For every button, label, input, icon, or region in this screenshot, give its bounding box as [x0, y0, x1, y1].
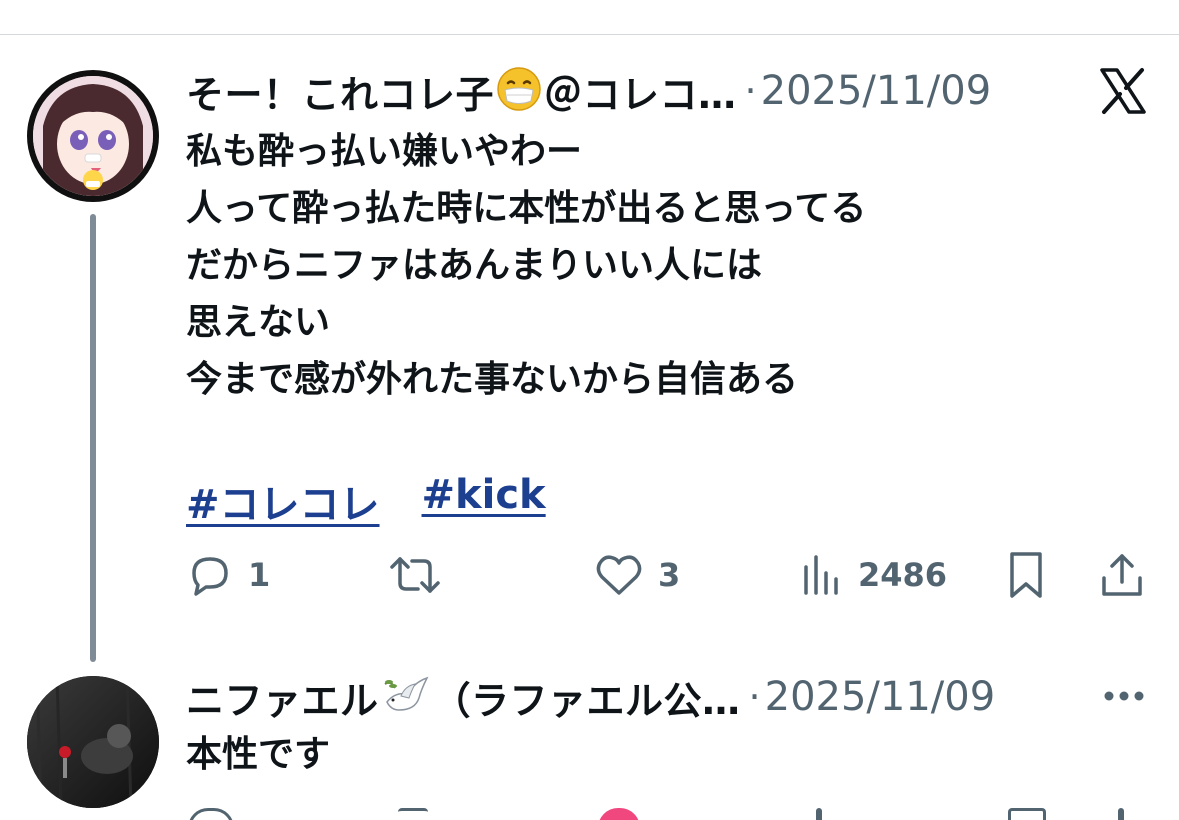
repost-button[interactable] [386, 548, 458, 602]
bookmark-icon [1004, 550, 1048, 600]
thread-connector-line [90, 214, 96, 662]
reply-button[interactable]: 1 [186, 548, 270, 602]
post-1-date[interactable]: 2025/11/09 [761, 68, 992, 114]
post-1-line: 思えない [186, 302, 331, 343]
post-1-header: そー！これコレ子 ＠コレコ… · 2025/11/09 [186, 64, 991, 118]
reply-icon [188, 808, 234, 820]
post-1-handle[interactable]: ＠コレコ… [544, 64, 737, 119]
hashtag-link[interactable]: #kick [422, 472, 546, 530]
views-bar-icon [816, 808, 822, 820]
repost-icon [398, 808, 428, 820]
hashtag-link[interactable]: #コレコレ [186, 472, 380, 530]
share-icon [1098, 550, 1146, 600]
bookmark-button[interactable] [1004, 548, 1048, 602]
post-1-hashtags: #コレコレ #kick [186, 472, 546, 530]
post-1-text: 私も酔っ払い嫌いやわー 人って酔っ払た時に本性が出ると思ってる だからニファはあ… [186, 123, 866, 408]
bookmark-icon [1008, 808, 1046, 820]
post-2-line: 本性です [186, 734, 331, 775]
post-1-display-name[interactable]: そー！これコレ子 [186, 64, 494, 119]
avatar-post-2[interactable] [27, 676, 159, 808]
views-button[interactable]: 2486 [800, 548, 947, 602]
post-2-name-suffix[interactable]: （ラファエル公… [433, 670, 741, 725]
post-2-separator: · [748, 675, 761, 719]
share-button[interactable] [1098, 548, 1146, 602]
share-icon [1118, 808, 1124, 820]
post-2-display-name[interactable]: ニファエル [186, 670, 379, 725]
views-bar-icon [800, 551, 844, 599]
post-1-separator: · [744, 69, 757, 113]
like-count: 3 [658, 556, 681, 594]
post-1-line: 私も酔っ払い嫌いやわー [186, 131, 583, 172]
post-1-line: 今まで感が外れた事ないから自信ある [186, 359, 799, 400]
avatar-post-1[interactable] [27, 70, 159, 202]
mask-face-emoji [496, 66, 542, 116]
more-dots-icon[interactable] [1100, 684, 1148, 708]
post-2-date[interactable]: 2025/11/09 [765, 674, 996, 720]
avatar-image [33, 76, 153, 196]
x-logo-icon[interactable] [1098, 66, 1148, 116]
post-2-header: ニファエル （ラファエル公… · 2025/11/09 [186, 670, 995, 724]
dove-emoji [381, 672, 431, 722]
views-count: 2486 [858, 556, 948, 594]
post-1-line: 人って酔っ払た時に本性が出ると思ってる [186, 188, 867, 229]
heart-icon [594, 551, 644, 599]
reply-count: 1 [248, 556, 271, 594]
post-2-text: 本性です [186, 726, 330, 783]
post-2-action-bar-peek [186, 808, 1150, 820]
top-divider [0, 34, 1179, 35]
post-1-action-bar: 1 3 2486 [186, 548, 1150, 602]
like-button[interactable]: 3 [594, 548, 680, 602]
repost-icon [386, 551, 444, 599]
reply-icon [186, 551, 234, 599]
heart-icon [598, 808, 640, 820]
post-1-line: だからニファはあんまりいい人には [186, 245, 763, 286]
